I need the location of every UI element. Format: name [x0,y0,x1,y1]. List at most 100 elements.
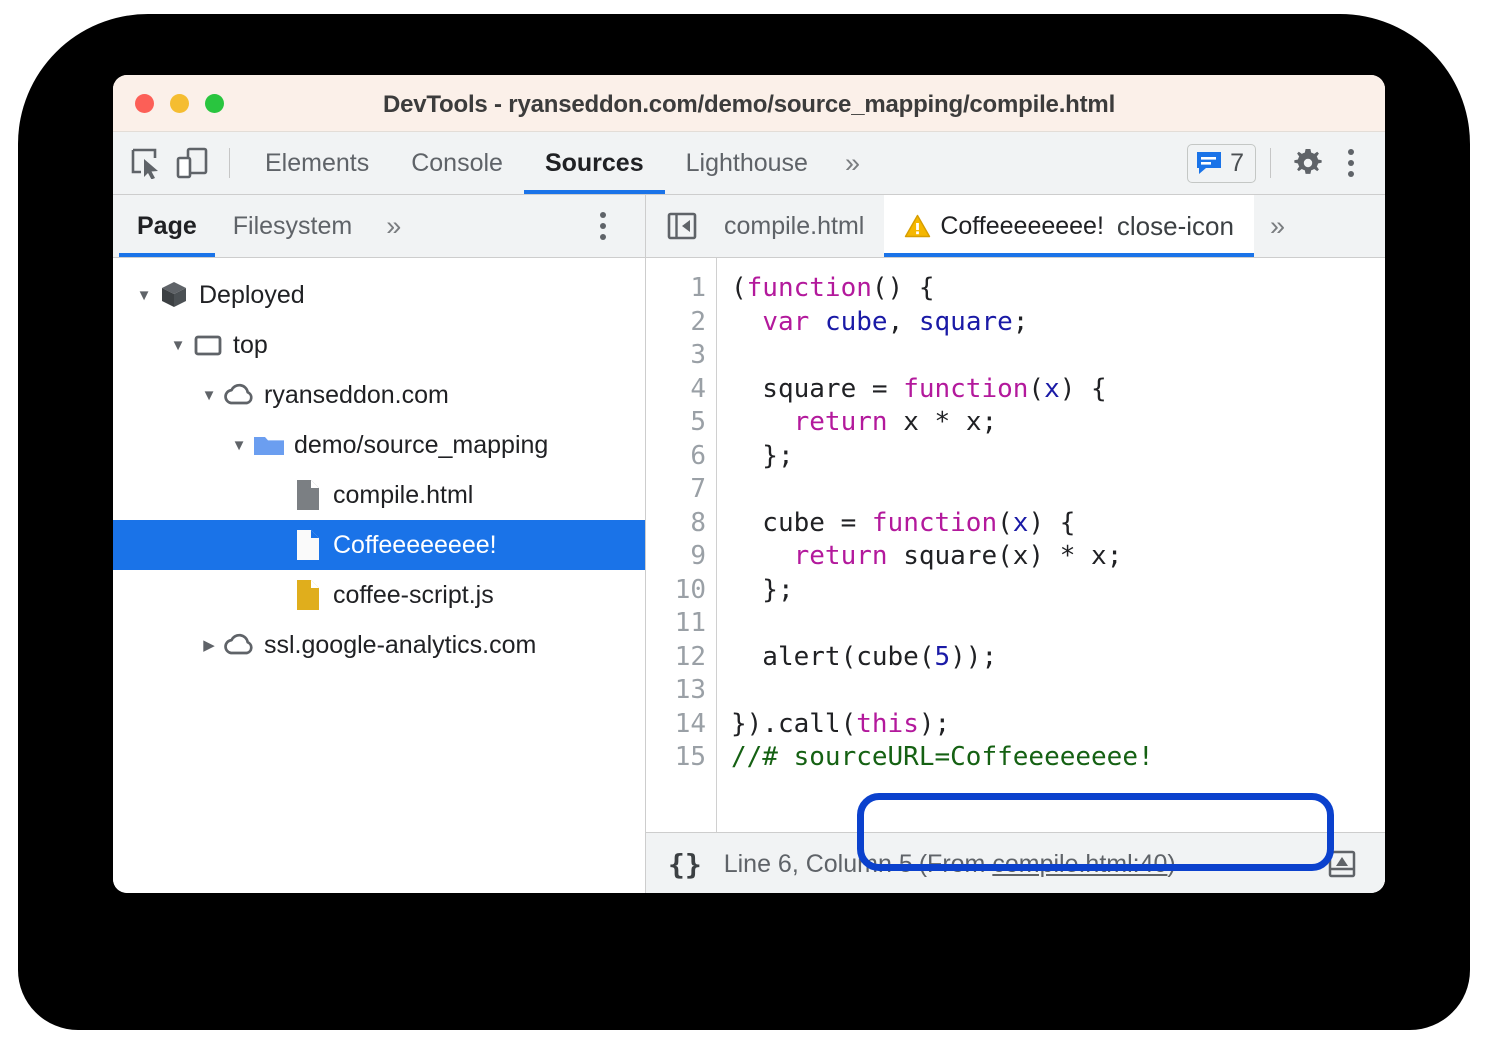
line-number: 10 [646,574,706,608]
tree-item-deployed[interactable]: ▼ Deployed [113,270,645,320]
pretty-print-button[interactable]: {} [646,848,718,881]
more-panels-icon[interactable]: » [829,132,876,194]
sources-panel-body: Page Filesystem » ▼ [113,195,1385,893]
code-token: this [856,709,919,739]
cube-icon [157,280,191,310]
devtools-main-toolbar: Elements Console Sources Lighthouse » 7 [113,132,1385,195]
more-nav-tabs-icon[interactable]: » [370,195,417,257]
close-icon[interactable]: close-icon [1117,213,1234,239]
tree-item-ryanseddon-com[interactable]: ▼ ryanseddon.com [113,370,645,420]
tree-item-coffee-selected[interactable]: ▼ Coffeeeeeeee! [113,520,645,570]
editor-status-bar: {} Line 6, Column 5 (From compile.html:4… [646,832,1385,893]
code-line [731,607,1385,641]
code-line: return square(x) * x; [731,540,1385,574]
tree-item-ssl-google-analytics[interactable]: ▶ ssl.google-analytics.com [113,620,645,670]
tab-elements[interactable]: Elements [244,132,390,194]
chevron-down-icon[interactable]: ▼ [226,437,252,454]
tree-item-label: Deployed [199,283,305,308]
tree-item-compile-html[interactable]: ▼ compile.html [113,470,645,520]
chevron-down-icon[interactable]: ▼ [165,337,191,354]
editor-tab-coffee[interactable]: Coffeeeeeeee! close-icon [884,195,1254,257]
source-code-text[interactable]: (function() { var cube, square; square =… [717,258,1385,832]
folder-icon [252,430,286,460]
more-editor-tabs-icon[interactable]: » [1254,195,1301,257]
code-token: cube = [731,508,872,538]
line-number: 13 [646,674,706,708]
tree-item-top[interactable]: ▼ top [113,320,645,370]
device-toolbar-icon[interactable] [169,140,215,186]
code-token: function [903,374,1028,404]
nav-tab-page[interactable]: Page [119,195,215,257]
chevron-right-icon[interactable]: ▶ [196,636,222,654]
line-number: 9 [646,540,706,574]
tree-item-label: ssl.google-analytics.com [264,633,536,658]
code-line: (function() { [731,272,1385,306]
code-token: }; [731,575,794,605]
message-count-button[interactable]: 7 [1187,144,1256,183]
collapse-sidebar-icon[interactable] [660,204,704,248]
code-token: 5 [935,642,951,672]
code-token: , [888,307,919,337]
code-line [731,674,1385,708]
code-editor[interactable]: 123456789101112131415 (function() { var … [646,258,1385,832]
code-token: alert(cube( [731,642,935,672]
cloud-icon [222,380,256,410]
file-white-icon [291,529,325,561]
code-line: return x * x; [731,406,1385,440]
toolbar-divider-2 [1270,148,1271,178]
tab-sources[interactable]: Sources [524,132,665,194]
origin-suffix: ) [1167,850,1175,878]
tab-lighthouse[interactable]: Lighthouse [665,132,829,194]
code-token: return [794,541,888,571]
line-number: 14 [646,708,706,742]
tree-item-demo-source-mapping[interactable]: ▼ demo/source_mapping [113,420,645,470]
kebab-menu-icon[interactable] [1331,140,1371,186]
chevron-down-icon[interactable]: ▼ [131,287,157,304]
editor-pane: compile.html Coffeeeeeeee! close-icon » [646,195,1385,893]
code-token [809,307,825,337]
code-token: ( [1028,374,1044,404]
line-number: 4 [646,373,706,407]
editor-tab-compile-html[interactable]: compile.html [704,195,884,257]
code-token: square [919,307,1013,337]
code-token: x [1013,508,1029,538]
code-token: square = [731,374,903,404]
file-tree: ▼ Deployed ▼ [113,258,645,893]
line-number: 11 [646,607,706,641]
tree-item-coffee-script-js[interactable]: ▼ coffee-script.js [113,570,645,620]
navigator-kebab-menu-icon[interactable] [583,203,623,249]
code-line: cube = function(x) { [731,507,1385,541]
navigator-pane: Page Filesystem » ▼ [113,195,646,893]
code-token: () { [872,273,935,303]
editor-tab-label: compile.html [724,212,864,241]
line-number: 5 [646,406,706,440]
line-number: 6 [646,440,706,474]
title-bar: DevTools - ryanseddon.com/demo/source_ma… [113,75,1385,132]
code-token [731,407,794,437]
cursor-position-label: Line 6, Column 5 [718,850,913,879]
code-token: var [762,307,809,337]
message-count-label: 7 [1230,149,1244,178]
tree-item-label: top [233,333,268,358]
chevron-down-icon[interactable]: ▼ [196,387,222,404]
code-token: ) { [1060,374,1107,404]
code-token [731,541,794,571]
source-origin-label[interactable]: (From compile.html:40) [913,850,1176,879]
gear-icon[interactable] [1285,140,1331,186]
warning-triangle-icon [904,213,931,240]
line-number: 8 [646,507,706,541]
tab-console[interactable]: Console [390,132,524,194]
code-token: function [747,273,872,303]
code-token: square(x) * x; [888,541,1123,571]
origin-prefix: (From [919,850,993,878]
nav-tab-filesystem[interactable]: Filesystem [215,195,370,257]
origin-link[interactable]: compile.html:40 [992,850,1167,878]
line-number: 7 [646,473,706,507]
cloud-icon [222,630,256,660]
code-token: ; [1013,307,1029,337]
inspect-cursor-icon[interactable] [123,140,169,186]
code-line: square = function(x) { [731,373,1385,407]
code-line: alert(cube(5)); [731,641,1385,675]
show-drawer-icon[interactable] [1321,843,1363,885]
code-token: ) { [1028,508,1075,538]
